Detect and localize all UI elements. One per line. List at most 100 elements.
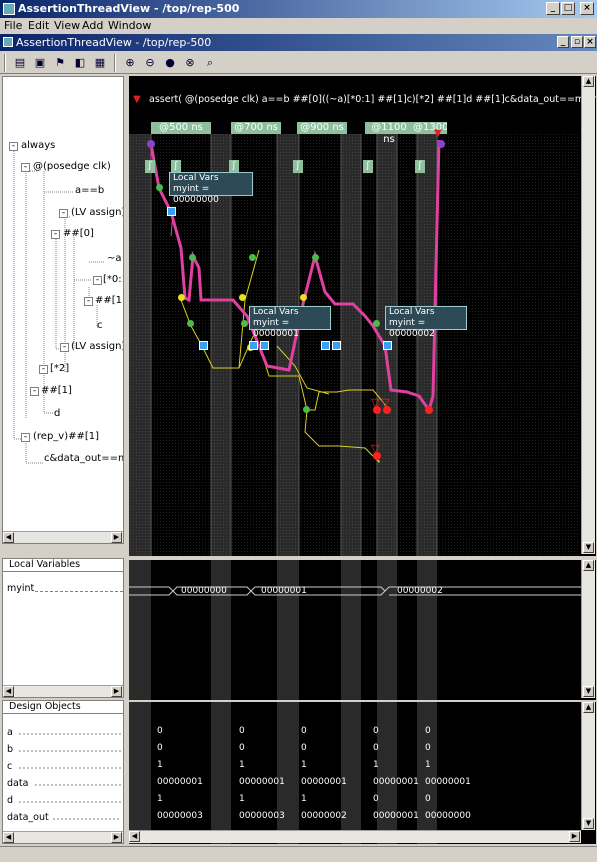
active-node[interactable]	[239, 294, 246, 301]
tree-node-rep-v[interactable]: (rep_v)##[1]	[33, 431, 99, 442]
local-var-name[interactable]: myint	[7, 583, 34, 594]
scroll-left-icon[interactable]: ◀	[3, 832, 14, 843]
flag-icon[interactable]: ⚑	[52, 55, 68, 71]
do-canvas-hscrollbar[interactable]: ◀ ▶	[129, 830, 581, 843]
menu-view[interactable]: View	[54, 19, 80, 32]
pass-node[interactable]	[189, 254, 196, 261]
tree-toggle[interactable]: -	[51, 230, 60, 239]
tree-hscrollbar[interactable]: ◀ ▶	[3, 531, 123, 543]
fail-node[interactable]	[425, 406, 433, 414]
assertion-thread-canvas[interactable]: @500 ns @700 ns @900 ns @1100 ns @1300 n…	[129, 76, 596, 556]
tree-node-final-check[interactable]: c&data_out==myint	[44, 453, 123, 464]
scroll-up-icon[interactable]: ▲	[583, 76, 594, 87]
tree-toggle[interactable]: -	[60, 343, 69, 352]
thread-start-node[interactable]	[437, 140, 445, 148]
tree-node-rep-2[interactable]: [*2]	[50, 363, 69, 374]
lv-assign-marker[interactable]	[332, 341, 341, 350]
pass-node[interactable]	[373, 320, 380, 327]
scroll-up-icon[interactable]: ▲	[583, 560, 594, 571]
lv-assign-marker[interactable]	[249, 341, 258, 350]
tree-node-a-eq-b[interactable]: a==b	[75, 185, 104, 196]
lv-assign-marker[interactable]	[199, 341, 208, 350]
tree-node-delay-1[interactable]: ##[1]	[95, 295, 123, 306]
save-icon[interactable]: ▣	[32, 55, 48, 71]
tree-toggle[interactable]: -	[21, 163, 30, 172]
design-objects-values[interactable]: 0 0 0 0 0 0 0 0 0 0 1 1 1 1 1 00000001 0…	[129, 702, 596, 844]
local-vars-popup: Local Vars myint = 00000002	[385, 306, 467, 339]
pass-node[interactable]	[156, 184, 163, 191]
zoom-fit-icon[interactable]: ●	[162, 55, 178, 71]
tree-toggle[interactable]: -	[30, 387, 39, 396]
tree-node-lv-assign[interactable]: (LV assign)	[71, 207, 123, 218]
zoom-region-icon[interactable]: ⌕	[202, 55, 218, 71]
signal-value: 00000001	[239, 777, 285, 787]
status-bar	[0, 846, 597, 862]
tree-node-c[interactable]: c	[97, 320, 103, 331]
minimize-icon[interactable]: _	[546, 2, 560, 15]
tree-node-not-a[interactable]: ~a	[107, 253, 122, 264]
tree-node-always[interactable]: always	[21, 140, 55, 151]
lv-hscrollbar[interactable]: ◀ ▶	[3, 685, 123, 697]
thread-start-node[interactable]	[147, 140, 155, 148]
zoom-full-icon[interactable]: ⊗	[182, 55, 198, 71]
menu-window[interactable]: Window	[108, 19, 151, 32]
signal-value: 0	[373, 743, 379, 753]
tree-toggle[interactable]: -	[39, 365, 48, 374]
local-variables-waveform[interactable]: 00000000 00000001 00000002 ▲ ▼	[129, 560, 596, 700]
popup-value: myint = 00000001	[253, 318, 299, 339]
chart-icon[interactable]: ◧	[72, 55, 88, 71]
canvas-vscrollbar[interactable]: ▲ ▼	[581, 76, 595, 554]
scroll-right-icon[interactable]: ▶	[111, 686, 122, 697]
scroll-right-icon[interactable]: ▶	[111, 532, 122, 543]
scroll-up-icon[interactable]: ▲	[583, 702, 594, 713]
grid-icon[interactable]: ▦	[92, 55, 108, 71]
tree-toggle[interactable]: -	[84, 297, 93, 306]
menu-add[interactable]: Add	[82, 19, 103, 32]
document-icon[interactable]: ▤	[12, 55, 28, 71]
tree-toggle[interactable]: -	[9, 142, 18, 151]
tree-node-delay-1b[interactable]: ##[1]	[41, 385, 72, 396]
do-vscrollbar[interactable]: ▲ ▼	[581, 702, 595, 830]
tree-node-d[interactable]: d	[54, 408, 60, 419]
pass-node[interactable]	[312, 254, 319, 261]
tree-node-rep-0-1[interactable]: [*0:1]	[103, 274, 123, 285]
tree-toggle[interactable]: -	[93, 276, 102, 285]
zoom-in-icon[interactable]: ⊕	[122, 55, 138, 71]
pass-node[interactable]	[187, 320, 194, 327]
signal-value: 0	[425, 726, 431, 736]
scroll-down-icon[interactable]: ▼	[583, 686, 594, 697]
menu-file[interactable]: File	[4, 19, 22, 32]
lv-assign-marker[interactable]	[383, 341, 392, 350]
lv-assign-marker[interactable]	[260, 341, 269, 350]
active-node[interactable]	[178, 294, 185, 301]
tree-node-lv-assign-2[interactable]: (LV assign)	[71, 341, 123, 352]
lv-assign-marker[interactable]	[167, 207, 176, 216]
lv-value: 00000002	[397, 586, 443, 596]
close-icon[interactable]: ×	[580, 2, 594, 15]
do-hscrollbar[interactable]: ◀ ▶	[3, 831, 123, 843]
active-node[interactable]	[300, 294, 307, 301]
scroll-down-icon[interactable]: ▼	[583, 542, 594, 553]
tree-toggle[interactable]: -	[21, 433, 30, 442]
tree-node-posedge[interactable]: @(posedge clk)	[33, 161, 111, 172]
lv-vscrollbar[interactable]: ▲ ▼	[581, 560, 595, 698]
tree-toggle[interactable]: -	[59, 209, 68, 218]
scroll-left-icon[interactable]: ◀	[129, 831, 140, 842]
scroll-left-icon[interactable]: ◀	[3, 686, 14, 697]
maximize-icon[interactable]: □	[561, 2, 575, 15]
pass-node[interactable]	[241, 320, 248, 327]
pass-node[interactable]	[249, 254, 256, 261]
lv-assign-marker[interactable]	[321, 341, 330, 350]
tree-node-delay-0[interactable]: ##[0]	[63, 228, 94, 239]
child-minimize-icon[interactable]: _	[557, 36, 569, 48]
popup-title: Local Vars	[173, 173, 219, 183]
zoom-out-icon[interactable]: ⊖	[142, 55, 158, 71]
child-restore-icon[interactable]: ▫	[571, 36, 583, 48]
pass-node[interactable]	[303, 406, 310, 413]
menu-edit[interactable]: Edit	[28, 19, 49, 32]
scroll-left-icon[interactable]: ◀	[3, 532, 14, 543]
scroll-down-icon[interactable]: ▼	[583, 818, 594, 829]
child-close-icon[interactable]: ×	[584, 36, 596, 48]
scroll-right-icon[interactable]: ▶	[569, 831, 580, 842]
scroll-right-icon[interactable]: ▶	[111, 832, 122, 843]
